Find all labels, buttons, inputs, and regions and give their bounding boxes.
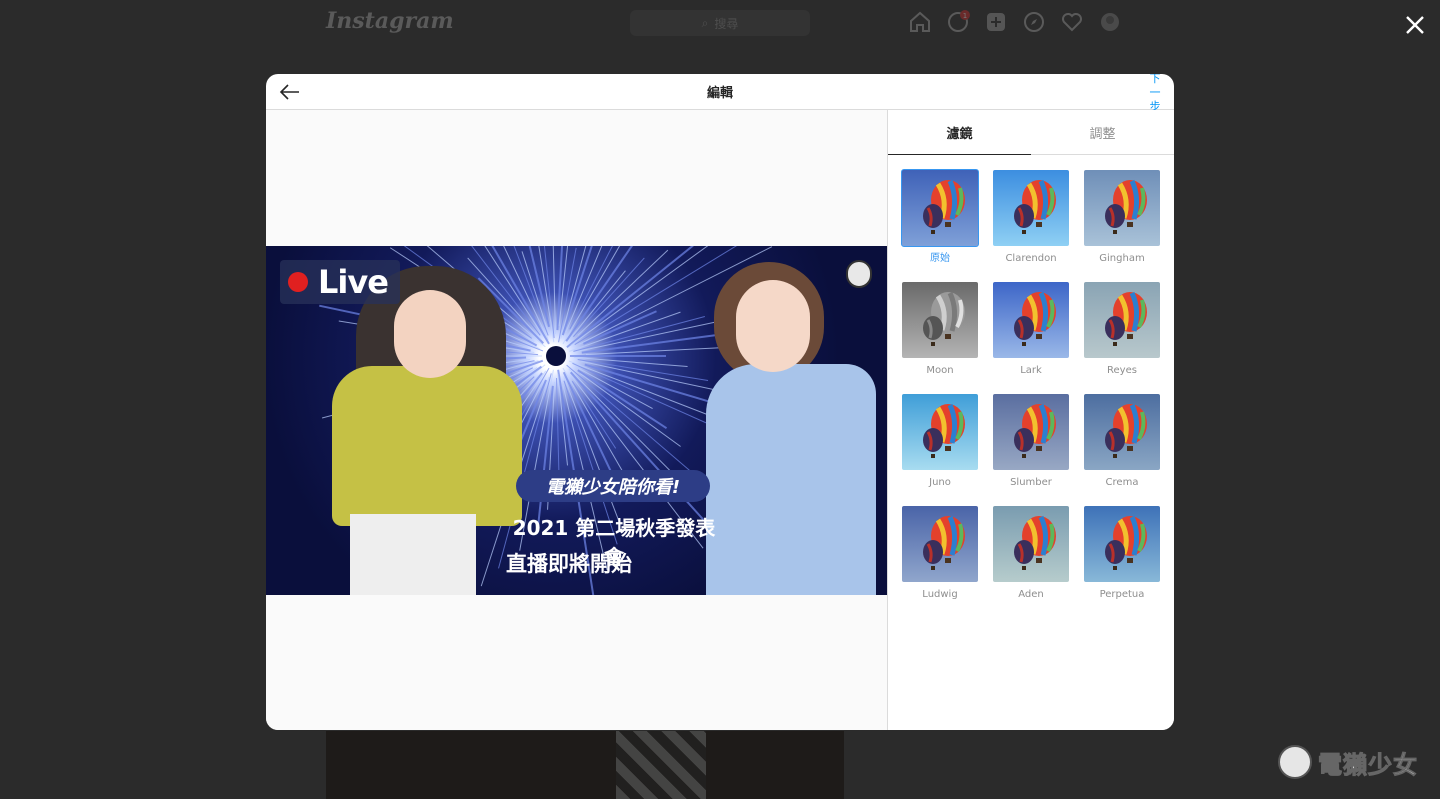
- filter-label: Ludwig: [922, 589, 958, 600]
- new-post-icon: [984, 10, 1008, 34]
- instagram-logo: Instagram: [326, 8, 454, 34]
- balloon-thumbnail-image: [902, 506, 978, 582]
- filter-thumbnail: [902, 394, 978, 470]
- light-ray: [552, 246, 556, 335]
- filter-label: Clarendon: [1005, 253, 1057, 264]
- woman-right-face: [736, 280, 810, 372]
- profile-avatar-icon: [1098, 10, 1122, 34]
- filter-label: Crema: [1105, 477, 1139, 488]
- filter-thumbnail: [993, 170, 1069, 246]
- filter-thumbnail: [901, 169, 979, 247]
- search-placeholder: 搜尋: [714, 16, 739, 31]
- filter-thumbnail: [993, 394, 1069, 470]
- filter-label: Perpetua: [1099, 589, 1145, 600]
- balloon-thumbnail-image: [1084, 394, 1160, 470]
- tab-adjustments[interactable]: 調整: [1031, 110, 1174, 154]
- edit-dialog: 編輯 下一步 Live 電獺少女陪你看! 2021 第二場秋季發表會 直播即將開…: [266, 74, 1174, 730]
- dialog-title: 編輯: [706, 86, 733, 101]
- filter-thumbnail: [1084, 282, 1160, 358]
- live-label: Live: [318, 263, 389, 301]
- filter-option[interactable]: Slumber: [993, 394, 1069, 488]
- messenger-icon: 1: [946, 10, 970, 34]
- filter-option[interactable]: 原始: [901, 169, 979, 264]
- filter-grid: 原始 Clarendon Gingham Moon Lark Reyes Juno Slumb…: [901, 169, 1160, 600]
- balloon-thumbnail-image: [902, 282, 978, 358]
- search-icon: ⌕: [701, 15, 709, 30]
- filter-option[interactable]: Gingham: [1084, 170, 1160, 264]
- background-post-pattern: [616, 731, 706, 799]
- next-button[interactable]: 下一步: [1148, 74, 1162, 114]
- filter-thumbnail: [993, 282, 1069, 358]
- filter-option[interactable]: Clarendon: [993, 170, 1069, 264]
- woman-left-shirt: [332, 366, 522, 526]
- light-ray: [569, 246, 613, 330]
- back-button[interactable]: [278, 80, 302, 104]
- caption-pill: 電獺少女陪你看!: [516, 470, 710, 502]
- live-badge: Live: [280, 260, 400, 304]
- woman-left-pants: [350, 514, 476, 595]
- filter-option[interactable]: Ludwig: [902, 506, 978, 600]
- balloon-thumbnail-image: [993, 506, 1069, 582]
- filter-label: Reyes: [1107, 365, 1137, 376]
- balloon-thumbnail-image: [902, 394, 978, 470]
- woman-right-dress: [706, 364, 876, 595]
- notification-count: 1: [963, 12, 967, 20]
- balloon-thumbnail-image: [993, 282, 1069, 358]
- filter-option[interactable]: Lark: [993, 282, 1069, 376]
- balloon-thumbnail-image: [1084, 170, 1160, 246]
- heart-icon: [1060, 10, 1084, 34]
- brand-label: 電獺少女: [1318, 750, 1418, 779]
- filter-label: Gingham: [1099, 253, 1145, 264]
- filter-thumbnail: [993, 506, 1069, 582]
- background-nav-icons: 1: [908, 10, 1122, 34]
- balloon-thumbnail-image: [1084, 282, 1160, 358]
- tab-filters[interactable]: 濾鏡: [888, 110, 1031, 155]
- balloon-thumbnail-image: [902, 170, 978, 246]
- close-icon: [1406, 16, 1424, 34]
- explore-icon: [1022, 10, 1046, 34]
- image-preview[interactable]: Live 電獺少女陪你看! 2021 第二場秋季發表會 直播即將開始: [266, 246, 887, 595]
- filter-label: Juno: [929, 477, 951, 488]
- filter-option[interactable]: Moon: [902, 282, 978, 376]
- brand-watermark: 電獺少女: [1278, 740, 1428, 784]
- arrow-left-icon: [279, 84, 299, 100]
- caption-line-2: 直播即將開始: [506, 552, 632, 576]
- brand-mascot-icon: [1278, 745, 1312, 779]
- mascot-logo: [846, 260, 872, 288]
- balloon-thumbnail-image: [1084, 506, 1160, 582]
- woman-left-face: [394, 290, 466, 378]
- dialog-header: 編輯 下一步: [266, 74, 1174, 113]
- home-icon: [908, 10, 932, 34]
- balloon-thumbnail-image: [993, 394, 1069, 470]
- filter-label: 原始: [930, 253, 950, 264]
- background-search-box: ⌕ 搜尋: [630, 10, 810, 36]
- filter-option[interactable]: Perpetua: [1084, 506, 1160, 600]
- filter-label: Slumber: [1010, 477, 1052, 488]
- filter-thumbnail: [1084, 506, 1160, 582]
- edit-tabs: 濾鏡 調整: [888, 110, 1174, 155]
- background-post-image: [326, 731, 844, 799]
- filter-label: Aden: [1018, 589, 1044, 600]
- filter-label: Lark: [1020, 365, 1042, 376]
- filter-option[interactable]: Aden: [993, 506, 1069, 600]
- filter-thumbnail: [1084, 170, 1160, 246]
- filter-thumbnail: [1084, 394, 1160, 470]
- edit-side-panel: 濾鏡 調整 原始 Clarendon Gingham Moon Lark Reyes Jun…: [887, 110, 1174, 730]
- burst-center: [546, 346, 566, 366]
- filter-label: Moon: [926, 365, 954, 376]
- light-ray: [570, 246, 709, 346]
- background-nav-bar: Instagram ⌕ 搜尋 1: [0, 0, 1440, 46]
- image-canvas: Live 電獺少女陪你看! 2021 第二場秋季發表會 直播即將開始: [266, 110, 887, 730]
- live-dot-icon: [288, 272, 308, 292]
- filter-option[interactable]: Juno: [902, 394, 978, 488]
- filter-thumbnail: [902, 282, 978, 358]
- filter-option[interactable]: Reyes: [1084, 282, 1160, 376]
- balloon-thumbnail-image: [993, 170, 1069, 246]
- filter-thumbnail: [902, 506, 978, 582]
- filter-option[interactable]: Crema: [1084, 394, 1160, 488]
- close-dialog-button[interactable]: [1402, 12, 1428, 38]
